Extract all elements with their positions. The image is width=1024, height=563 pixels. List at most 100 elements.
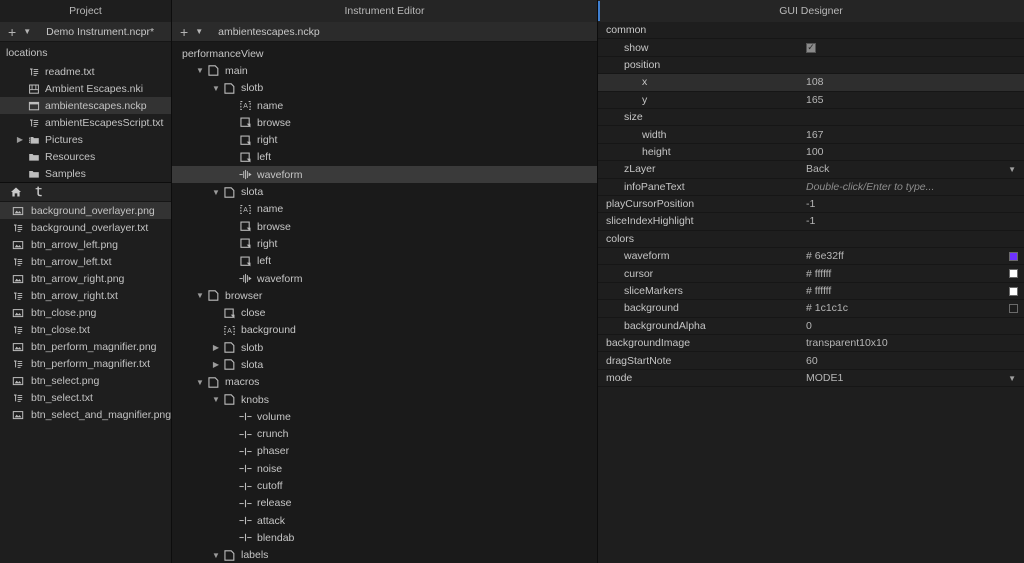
chevron-right-icon[interactable]: ▶ (14, 135, 26, 144)
file-list-item[interactable]: btn_arrow_left.txt (0, 253, 171, 270)
tree-node[interactable]: ▶left (172, 253, 597, 270)
tree-node[interactable]: ▶release (172, 495, 597, 512)
chevron-down-icon[interactable]: ▼ (210, 188, 222, 197)
tree-node[interactable]: ▶close (172, 304, 597, 321)
file-list-item[interactable]: btn_close.txt (0, 321, 171, 338)
tree-node[interactable]: ▼browser (172, 287, 597, 304)
chevron-down-icon[interactable]: ▼ (1008, 374, 1016, 383)
property-value[interactable]: # 6e32ff (806, 250, 1009, 262)
property-row[interactable]: sliceIndexHighlight-1 (598, 213, 1024, 230)
color-swatch[interactable] (1009, 252, 1018, 261)
property-value[interactable]: # ffffff (806, 268, 1009, 280)
file-list-item[interactable]: btn_perform_magnifier.txt (0, 355, 171, 372)
chevron-down-icon[interactable]: ▼ (194, 378, 206, 387)
color-swatch[interactable] (1009, 287, 1018, 296)
property-row[interactable]: position (598, 57, 1024, 74)
property-row[interactable]: sliceMarkers# ffffff (598, 283, 1024, 300)
tree-node[interactable]: ▶browse (172, 218, 597, 235)
property-value[interactable]: -1 (806, 198, 1024, 210)
tree-node[interactable]: ▶volume (172, 408, 597, 425)
project-item[interactable]: ▶ambientEscapesScript.txt (0, 114, 171, 131)
plus-icon[interactable]: + (180, 25, 188, 39)
property-row[interactable]: x108 (598, 74, 1024, 91)
property-value[interactable]: MODE1 (806, 372, 1008, 384)
file-list-item[interactable]: background_overlayer.png (0, 202, 171, 219)
property-row[interactable]: common (598, 22, 1024, 39)
property-row[interactable]: cursor# ffffff (598, 265, 1024, 282)
chevron-down-icon[interactable]: ▼ (194, 291, 206, 300)
property-value[interactable]: 100 (806, 146, 1024, 158)
home-icon[interactable] (10, 186, 22, 198)
property-row[interactable]: height100 (598, 144, 1024, 161)
property-row[interactable]: width167 (598, 126, 1024, 143)
property-row[interactable]: show✓ (598, 39, 1024, 56)
project-item[interactable]: ▶Pictures (0, 131, 171, 148)
tree-node[interactable]: ▶attack (172, 512, 597, 529)
file-list-item[interactable]: background_overlayer.txt (0, 219, 171, 236)
color-swatch[interactable] (1009, 269, 1018, 278)
tree-node[interactable]: ▶waveform (172, 166, 597, 183)
chevron-down-icon[interactable]: ▼ (195, 28, 203, 36)
tree-node[interactable]: ▶browse (172, 114, 597, 131)
project-item[interactable]: ▶Samples (0, 165, 171, 182)
property-row[interactable]: playCursorPosition-1 (598, 196, 1024, 213)
property-row[interactable]: backgroundImagetransparent10x10 (598, 335, 1024, 352)
property-value[interactable]: Double-click/Enter to type... (806, 181, 1024, 193)
property-row[interactable]: infoPaneTextDouble-click/Enter to type..… (598, 179, 1024, 196)
show-checkbox[interactable]: ✓ (806, 43, 816, 53)
project-item[interactable]: ▶Resources (0, 148, 171, 165)
tree-node[interactable]: ▶Abackground (172, 322, 597, 339)
property-value[interactable]: # ffffff (806, 285, 1009, 297)
tree-node[interactable]: ▶Aname (172, 201, 597, 218)
tree-node[interactable]: ▶crunch (172, 426, 597, 443)
arrow-up-icon[interactable] (34, 186, 46, 198)
property-value[interactable]: 165 (806, 94, 1024, 106)
chevron-right-icon[interactable]: ▶ (210, 360, 222, 369)
property-value[interactable]: 167 (806, 129, 1024, 141)
property-value[interactable]: 60 (806, 355, 1024, 367)
file-list-item[interactable]: btn_select_and_magnifier.png (0, 406, 171, 423)
chevron-down-icon[interactable]: ▼ (210, 84, 222, 93)
property-row[interactable]: background# 1c1c1c (598, 300, 1024, 317)
project-panel-header[interactable]: Project (0, 0, 171, 22)
file-list-item[interactable]: btn_select.png (0, 372, 171, 389)
property-row[interactable]: size (598, 109, 1024, 126)
tree-node[interactable]: ▼slotb (172, 80, 597, 97)
tree-node[interactable]: ▼macros (172, 374, 597, 391)
project-item[interactable]: ▶Ambient Escapes.nki (0, 80, 171, 97)
property-row[interactable]: zLayerBack▼ (598, 161, 1024, 178)
tree-node[interactable]: ▶left (172, 149, 597, 166)
instrument-tree[interactable]: performanceView▼main▼slotb▶Aname▶browse▶… (172, 42, 597, 563)
tree-node[interactable]: ▼knobs (172, 391, 597, 408)
tree-node[interactable]: ▶phaser (172, 443, 597, 460)
property-row[interactable]: dragStartNote60 (598, 352, 1024, 369)
tree-node[interactable]: ▶Aname (172, 97, 597, 114)
tree-node[interactable]: ▶noise (172, 460, 597, 477)
file-list-item[interactable]: btn_arrow_left.png (0, 236, 171, 253)
color-swatch[interactable] (1009, 304, 1018, 313)
chevron-down-icon[interactable]: ▼ (210, 551, 222, 560)
properties-list[interactable]: commonshow✓positionx108y165sizewidth167h… (598, 22, 1024, 563)
file-list-item[interactable]: btn_arrow_right.png (0, 270, 171, 287)
property-value[interactable]: transparent10x10 (806, 337, 1024, 349)
property-row[interactable]: y165 (598, 92, 1024, 109)
property-row[interactable]: modeMODE1▼ (598, 370, 1024, 387)
file-list-item[interactable]: btn_select.txt (0, 389, 171, 406)
tree-node[interactable]: ▶right (172, 131, 597, 148)
tree-node[interactable]: ▼slota (172, 183, 597, 200)
chevron-down-icon[interactable]: ▼ (210, 395, 222, 404)
tree-node[interactable]: ▶right (172, 235, 597, 252)
file-list-item[interactable]: btn_perform_magnifier.png (0, 338, 171, 355)
tree-node[interactable]: ▶slotb (172, 339, 597, 356)
property-row[interactable]: backgroundAlpha0 (598, 318, 1024, 335)
tree-node[interactable]: ▶waveform (172, 270, 597, 287)
property-row[interactable]: waveform# 6e32ff (598, 248, 1024, 265)
file-list-item[interactable]: btn_close.png (0, 304, 171, 321)
file-list-item[interactable]: btn_arrow_right.txt (0, 287, 171, 304)
plus-icon[interactable]: + (8, 25, 16, 39)
tree-node[interactable]: ▶slota (172, 356, 597, 373)
property-row[interactable]: colors (598, 231, 1024, 248)
chevron-down-icon[interactable]: ▼ (23, 28, 31, 36)
project-item[interactable]: ▶ambientescapes.nckp (0, 97, 171, 114)
file-list[interactable]: background_overlayer.pngbackground_overl… (0, 202, 171, 563)
